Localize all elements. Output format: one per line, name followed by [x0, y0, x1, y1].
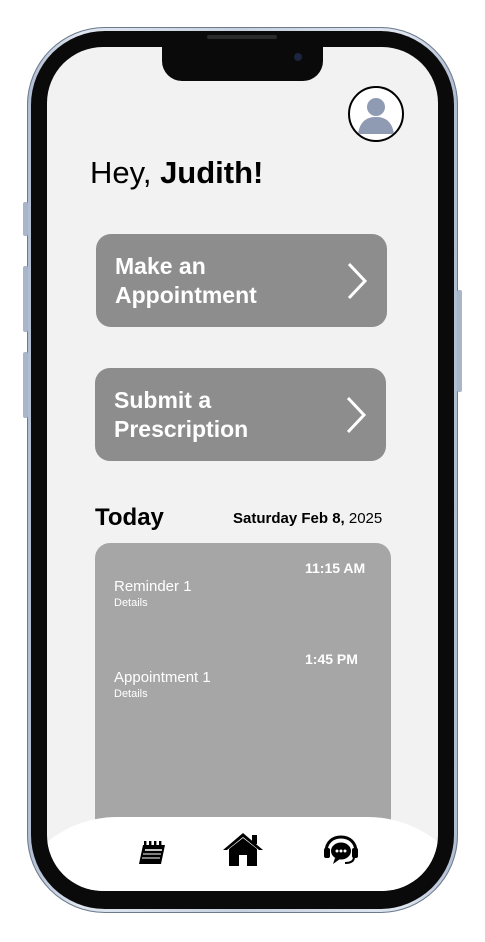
submit-prescription-label: Submit a Prescription: [114, 387, 249, 442]
app-screen: Hey, Judith! Make an Appointment Submit …: [47, 47, 438, 891]
event-title: Reminder 1: [114, 578, 192, 595]
make-appointment-button[interactable]: Make an Appointment: [96, 234, 387, 327]
today-date: Saturday Feb 8, 2025: [233, 510, 382, 527]
chevron-right-icon: [346, 396, 367, 434]
today-heading: Today: [95, 504, 164, 531]
home-icon[interactable]: [221, 831, 265, 867]
user-icon: [358, 98, 394, 134]
side-button-power: [457, 290, 462, 392]
calendar-icon[interactable]: [137, 840, 167, 866]
side-button-silent: [23, 202, 28, 236]
profile-avatar[interactable]: [348, 86, 404, 142]
greeting-prefix: Hey,: [90, 155, 161, 190]
event-details: Details: [114, 597, 148, 609]
chevron-right-icon: [347, 262, 368, 300]
submit-prescription-button[interactable]: Submit a Prescription: [95, 368, 386, 461]
user-name: Judith!: [160, 155, 264, 190]
event-title: Appointment 1: [114, 669, 211, 686]
make-appointment-label: Make an Appointment: [115, 253, 257, 308]
support-chat-icon[interactable]: [323, 835, 359, 867]
greeting: Hey, Judith!: [90, 155, 263, 191]
side-button-volume-down: [23, 352, 28, 418]
event-details: Details: [114, 688, 148, 700]
speaker-grille: [207, 35, 277, 39]
today-date-year: 2025: [344, 510, 383, 527]
front-camera: [294, 53, 302, 61]
side-button-volume-up: [23, 266, 28, 332]
today-date-day: Saturday Feb 8,: [233, 510, 345, 527]
event-time: 1:45 PM: [305, 651, 358, 667]
event-time: 11:15 AM: [305, 560, 366, 576]
notch: [162, 47, 323, 81]
